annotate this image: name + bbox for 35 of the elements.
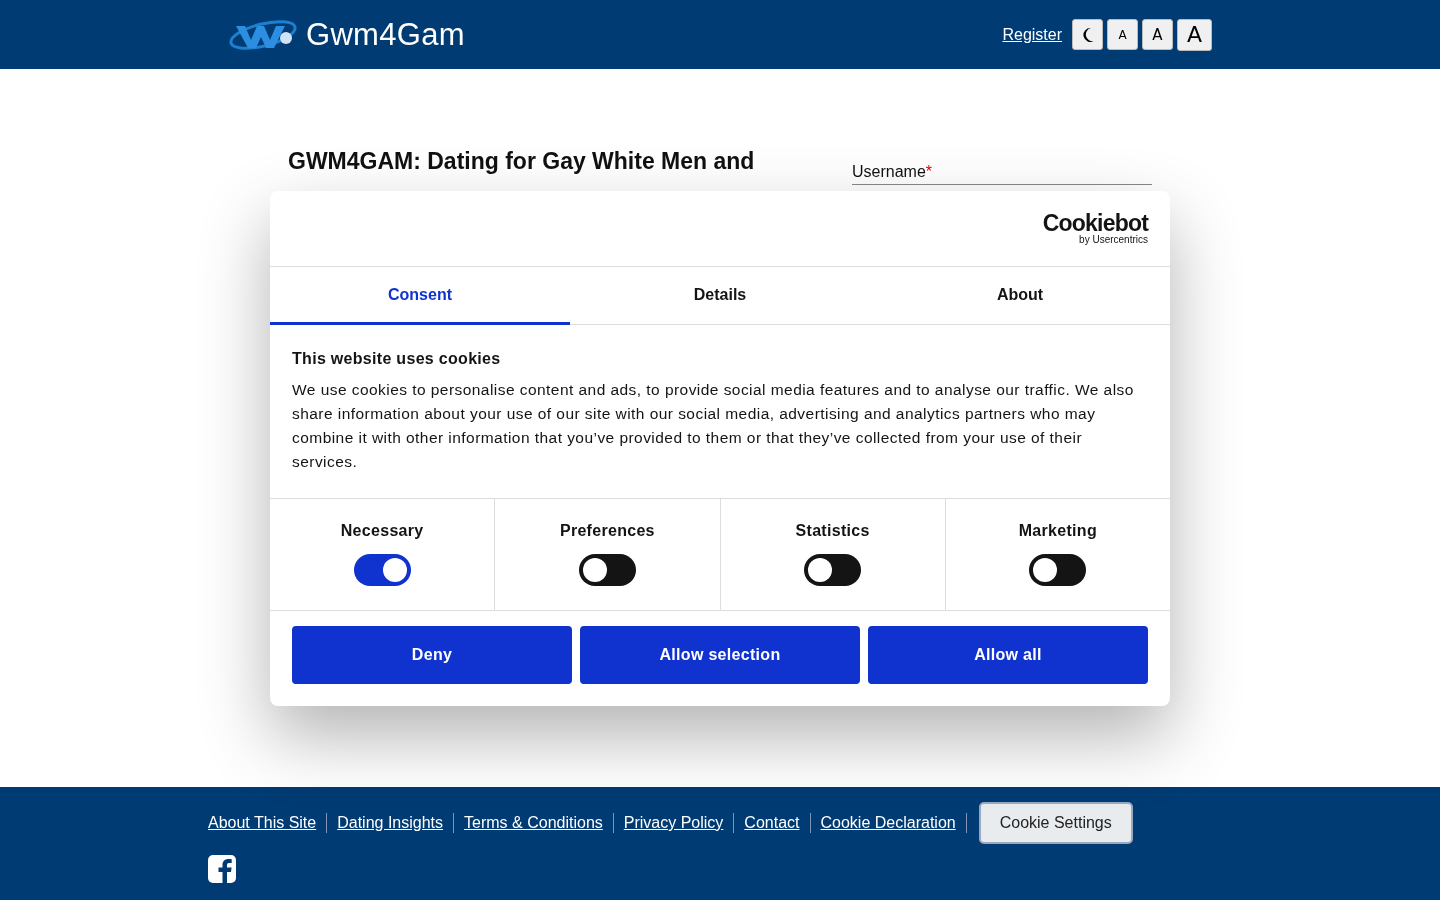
username-label: Username (852, 163, 926, 180)
required-mark: * (925, 163, 933, 180)
dialog-title: This website uses cookies (292, 350, 502, 368)
category-label: Statistics (795, 522, 870, 540)
consent-button[interactable]: Deny (292, 626, 572, 684)
consent-button[interactable]: Allow all (868, 626, 1148, 684)
cookie-description: We use cookies to personalise content and ads, to provide social media features and to analyse our traffic. We also share information about your use of our site with our social media, advertising and analytics partners who may combine it with other information that you’ve provided to them or that they’ve collected from your use of their services. (292, 380, 1135, 472)
text-size-button[interactable]: A (1107, 19, 1138, 50)
category-label: Marketing (1018, 522, 1097, 540)
footer-link[interactable]: About This Site (208, 814, 317, 832)
dark-mode-button[interactable] (1072, 19, 1103, 50)
page-heading: GWM4GAM: Dating for Gay White Men and (288, 147, 756, 176)
category-label: Preferences (559, 522, 655, 540)
consent-toggle[interactable] (353, 554, 411, 586)
category-label: Necessary (340, 522, 424, 540)
consent-toggle[interactable] (804, 554, 862, 586)
footer-link[interactable]: Contact (744, 814, 800, 832)
dialog-tab[interactable]: About (870, 267, 1170, 325)
dialog-tab[interactable]: Consent (270, 267, 570, 325)
consent-toggle[interactable] (578, 554, 636, 586)
cookie-settings-button[interactable]: Cookie Settings (978, 802, 1133, 844)
moon-icon (1080, 26, 1095, 43)
footer-link[interactable]: Dating Insights (337, 814, 444, 832)
text-size-button[interactable]: A (1177, 18, 1212, 51)
cookiebot-logo: Cookiebot by Usercentrics (1042, 212, 1148, 245)
site-name: Gwm4Gam (306, 16, 465, 53)
footer-link[interactable]: Privacy Policy (623, 814, 724, 832)
dialog-tab[interactable]: Details (570, 267, 870, 325)
facebook-icon[interactable] (208, 855, 236, 883)
consent-toggle[interactable] (1029, 554, 1087, 586)
footer-link[interactable]: Terms & Conditions (464, 814, 603, 832)
text-size-button[interactable]: A (1142, 19, 1173, 50)
footer-link[interactable]: Cookie Declaration (820, 814, 956, 832)
register-link[interactable]: Register (1002, 25, 1062, 44)
consent-button[interactable]: Allow selection (580, 626, 860, 684)
